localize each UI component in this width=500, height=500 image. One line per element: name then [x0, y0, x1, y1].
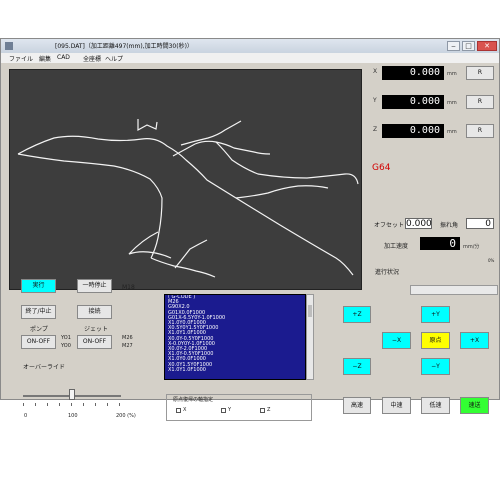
- yo0-label: YO0: [61, 343, 71, 349]
- origin-x-checkbox[interactable]: [176, 408, 181, 413]
- title-bar: [095.DAT]（加工距離497(mm),加工時間30(秒)） ‒ □ ✕: [1, 39, 499, 53]
- gcode-line: X1.0Y1.0F1000: [168, 366, 206, 373]
- m18-label: M18: [122, 284, 135, 291]
- progress-bar: [410, 285, 498, 295]
- reset-x-button[interactable]: R: [466, 66, 494, 80]
- gcode-scrollbar[interactable]: [306, 294, 314, 380]
- gcode-listbox[interactable]: ( G-CODE ) M26 G90X2.0 G01X0.0F1000 G01X-6.5…: [164, 294, 306, 380]
- x-axis-value: 0.000: [382, 66, 444, 80]
- feed-value: 0: [420, 237, 460, 250]
- window-title: [095.DAT]（加工距離497(mm),加工時間30(秒)）: [55, 43, 193, 50]
- feed-label: 加工速度: [384, 243, 409, 250]
- override-slider-thumb[interactable]: [69, 389, 75, 400]
- origin-z-checkbox[interactable]: [260, 408, 265, 413]
- origin-x-label: X: [183, 407, 187, 413]
- rotation-label: 振れ角: [440, 222, 459, 229]
- menu-bar: ファイル 編集 CAD 全座標 ヘルプ: [1, 53, 499, 63]
- stop-button[interactable]: 終了/中止: [21, 305, 56, 319]
- mode-indicator: G64: [372, 163, 391, 173]
- override-mid-label: 100: [68, 413, 78, 419]
- override-label: オーバーライド: [23, 364, 65, 371]
- toolpath-preview: [9, 69, 362, 290]
- menu-file[interactable]: ファイル: [9, 54, 33, 63]
- override-max-label: 200 (%): [116, 413, 136, 419]
- z-axis-label: Z: [373, 126, 378, 133]
- z-unit: mm: [447, 129, 457, 135]
- origin-y-label: Y: [228, 407, 232, 413]
- origin-z-label: Z: [267, 407, 271, 413]
- y-unit: mm: [447, 100, 457, 106]
- minimize-button[interactable]: ‒: [447, 41, 460, 51]
- main-window: [095.DAT]（加工距離497(mm),加工時間30(秒)） ‒ □ ✕ フ…: [0, 38, 500, 421]
- m27-label: M27: [122, 343, 133, 349]
- reset-z-button[interactable]: R: [466, 124, 494, 138]
- jog-minus-y-button[interactable]: −Y: [421, 358, 450, 375]
- speed-rapid-button[interactable]: 速送: [460, 397, 489, 414]
- y-axis-label: Y: [373, 97, 377, 104]
- jog-minus-x-button[interactable]: −X: [382, 332, 411, 349]
- tick: [71, 403, 72, 406]
- offset-label: オフセット: [374, 222, 405, 229]
- tick: [83, 403, 84, 406]
- speed-high-button[interactable]: 高速: [343, 397, 371, 414]
- override-min-label: 0: [24, 413, 28, 419]
- tick: [23, 403, 24, 406]
- toolpath-svg: [17, 119, 359, 278]
- pump-toggle-button[interactable]: ON-OFF: [21, 335, 56, 349]
- origin-axis-group: 原点復帰の軸指定 X Y Z: [166, 394, 312, 421]
- jog-origin-button[interactable]: 原点: [421, 332, 450, 349]
- tick: [95, 403, 96, 406]
- x-unit: mm: [447, 71, 457, 77]
- tick: [107, 403, 108, 406]
- connect-button[interactable]: 接続: [77, 305, 112, 319]
- jet-toggle-button[interactable]: ON-OFF: [77, 335, 112, 349]
- origin-y-checkbox[interactable]: [221, 408, 226, 413]
- pump-label: ポンプ: [30, 326, 48, 333]
- menu-help[interactable]: ヘルプ: [105, 54, 123, 63]
- menu-edit[interactable]: 編集: [39, 54, 51, 63]
- close-button[interactable]: ✕: [477, 41, 497, 51]
- jog-plus-y-button[interactable]: +Y: [421, 306, 450, 323]
- m26-label: M26: [122, 335, 133, 341]
- offset-input[interactable]: 0.000: [405, 218, 432, 229]
- feed-unit: mm/分: [463, 244, 480, 250]
- jog-plus-z-button[interactable]: +Z: [343, 306, 371, 323]
- progress-label: 進行状況: [375, 269, 400, 276]
- maximize-button[interactable]: □: [462, 41, 475, 51]
- x-axis-label: X: [373, 68, 378, 75]
- tick: [59, 403, 60, 406]
- gcode-scroll-thumb[interactable]: [308, 305, 312, 317]
- client-area: X 0.000 mm R Y 0.000 mm R Z 0.000 mm R G…: [1, 63, 499, 421]
- menu-all-coordinates[interactable]: 全座標: [83, 54, 101, 63]
- jog-minus-z-button[interactable]: −Z: [343, 358, 371, 375]
- run-button[interactable]: 実行: [21, 279, 56, 293]
- menu-cad[interactable]: CAD: [57, 54, 70, 61]
- app-icon: [5, 42, 13, 50]
- reset-y-button[interactable]: R: [466, 95, 494, 109]
- origin-group-label: 原点復帰の軸指定: [173, 397, 214, 403]
- speed-medium-button[interactable]: 中速: [382, 397, 411, 414]
- z-axis-value: 0.000: [382, 124, 444, 138]
- rotation-input[interactable]: 0: [466, 218, 494, 229]
- y-axis-value: 0.000: [382, 95, 444, 109]
- tick: [35, 403, 36, 406]
- tick: [119, 403, 120, 406]
- tick: [47, 403, 48, 406]
- yo1-label: YO1: [61, 335, 71, 341]
- jog-plus-x-button[interactable]: +X: [460, 332, 489, 349]
- speed-low-button[interactable]: 低速: [421, 397, 450, 414]
- gcode-lines: ( G-CODE ) M26 G90X2.0 G01X0.0F1000 G01X-6.5…: [165, 295, 305, 373]
- progress-percent: 0%: [488, 258, 495, 263]
- pause-button[interactable]: 一時停止: [77, 279, 112, 293]
- jet-label: ジェット: [84, 326, 109, 333]
